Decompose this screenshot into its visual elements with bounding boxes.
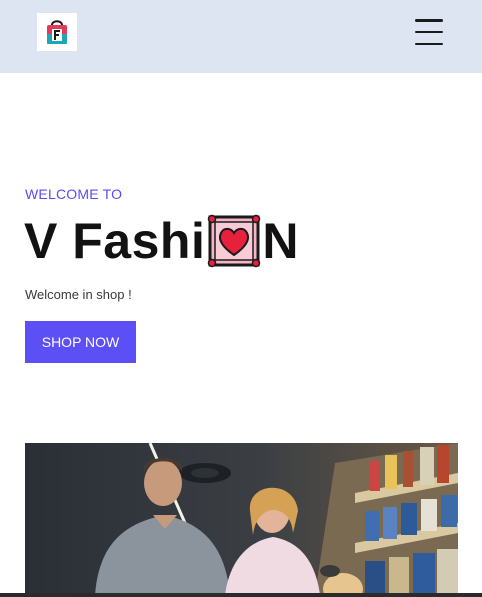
hamburger-line [415,30,443,34]
welcome-subtitle: Welcome in shop ! [25,287,132,302]
framed-heart-icon [208,214,261,268]
welcome-eyebrow: WELCOME TO [25,186,123,202]
hamburger-line [415,42,443,45]
hamburger-line [415,19,443,22]
title-prefix: V Fashi [24,213,206,269]
shopping-bag-logo-icon [47,20,67,44]
bottom-edge-bar [0,593,482,597]
shopping-couple-illustration [25,443,458,595]
brand-title: V Fashi N [24,211,299,271]
hamburger-menu-button[interactable] [412,19,446,45]
logo[interactable] [37,13,77,51]
title-suffix: N [262,213,299,269]
hero-shopping-photo [25,443,458,595]
site-header [0,0,482,73]
shop-now-button[interactable]: SHOP NOW [25,321,136,363]
